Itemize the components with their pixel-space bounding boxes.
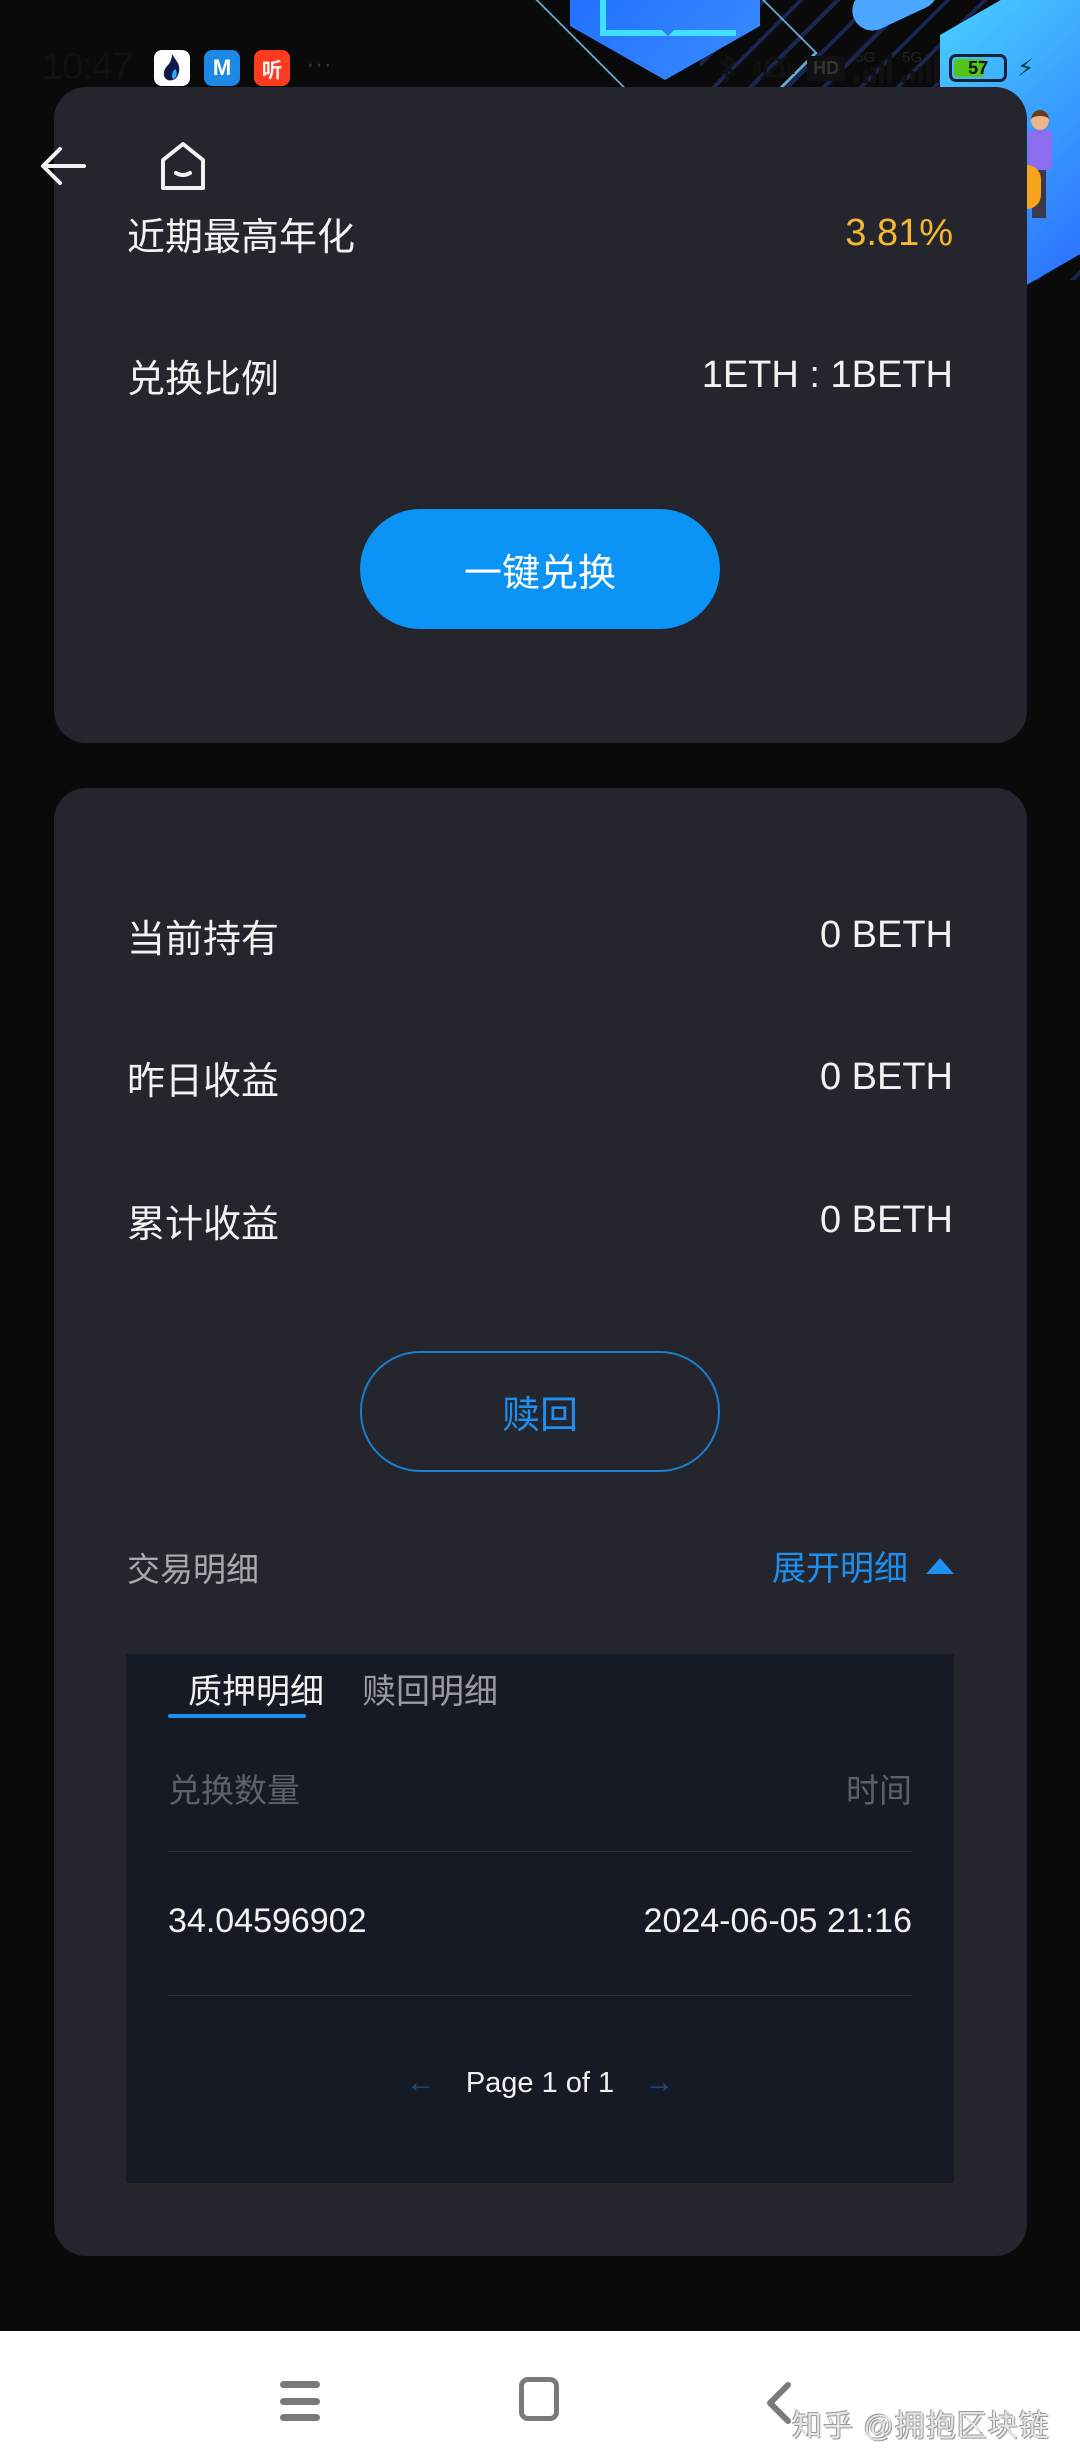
total-earnings-label: 累计收益	[127, 1203, 280, 1246]
mute-bell-icon	[753, 54, 795, 82]
expand-details-label: 展开明细	[772, 1550, 908, 1588]
exchange-ratio-label: 兑换比例	[127, 358, 280, 401]
next-page-button[interactable]: →	[644, 2066, 674, 2100]
home-button[interactable]	[156, 140, 210, 192]
status-indicators: HD 5G 5G 57 ⚡	[715, 48, 1034, 88]
transactions-title: 交易明细	[127, 1551, 259, 1588]
redeem-button[interactable]: 赎回	[360, 1351, 720, 1472]
arrow-left-icon	[41, 147, 86, 185]
status-time: 10:47	[42, 46, 133, 88]
table-divider	[168, 1995, 912, 1996]
exchange-ratio-row: 兑换比例 1ETH : 1BETH	[127, 345, 953, 405]
total-earnings-row: 累计收益 0 BETH	[127, 1190, 953, 1250]
column-header-amount: 兑换数量	[168, 1772, 300, 1809]
tab-redeem-details[interactable]: 赎回明细	[362, 1664, 498, 1713]
one-click-convert-button[interactable]: 一键兑换	[360, 509, 720, 629]
active-tab-indicator	[168, 1714, 306, 1718]
caret-up-icon	[926, 1557, 954, 1574]
page-indicator: Page 1 of 1	[465, 2066, 615, 2099]
yesterday-earnings-row: 昨日收益 0 BETH	[127, 1047, 953, 1107]
current-holding-label: 当前持有	[127, 918, 280, 961]
max-apy-row: 近期最高年化 3.81%	[127, 203, 953, 263]
table-divider	[168, 1851, 912, 1852]
m-app-icon: M	[204, 50, 240, 86]
signal-strength-1-icon: 5G	[855, 49, 893, 83]
current-holding-value: 0 BETH	[819, 913, 953, 956]
home-icon	[161, 142, 205, 190]
expand-details-toggle[interactable]: 展开明细	[772, 1541, 954, 1590]
bluetooth-icon	[720, 52, 737, 84]
table-row-amount: 34.04596902	[168, 1902, 367, 1940]
prev-page-button[interactable]: ←	[406, 2066, 436, 2100]
max-apy-label: 近期最高年化	[127, 216, 356, 259]
max-apy-value: 3.81%	[845, 211, 953, 254]
transactions-panel: 质押明细 赎回明细 兑换数量 时间 34.04596902 2024-06-05…	[126, 1654, 954, 2183]
column-header-time: 时间	[846, 1772, 912, 1809]
charging-icon: ⚡	[1017, 54, 1034, 82]
battery-icon: 57	[949, 54, 1008, 82]
square-home-icon[interactable]	[519, 2377, 559, 2421]
huobi-app-icon	[154, 50, 190, 86]
pagination: ← Page 1 of 1 →	[126, 2066, 954, 2100]
table-row-time: 2024-06-05 21:16	[643, 1902, 912, 1940]
signal-strength-2-icon: 5G	[902, 49, 940, 83]
current-holding-row: 当前持有 0 BETH	[127, 905, 953, 965]
exchange-ratio-value: 1ETH : 1BETH	[701, 353, 953, 396]
watermark: 知乎 @拥抱区块链	[792, 2410, 1050, 2443]
menu-icon[interactable]	[280, 2381, 320, 2421]
yesterday-earnings-value: 0 BETH	[819, 1055, 953, 1098]
ting-app-icon: 听	[254, 50, 290, 86]
more-notifications-icon: ···	[306, 48, 332, 78]
system-nav-bar: 知乎 @拥抱区块链	[0, 2331, 1080, 2460]
total-earnings-value: 0 BETH	[819, 1198, 953, 1241]
yesterday-earnings-label: 昨日收益	[127, 1060, 280, 1103]
hd-indicator: HD	[807, 55, 846, 81]
back-button[interactable]	[36, 144, 90, 188]
tab-pledge-details[interactable]: 质押明细	[188, 1664, 324, 1713]
